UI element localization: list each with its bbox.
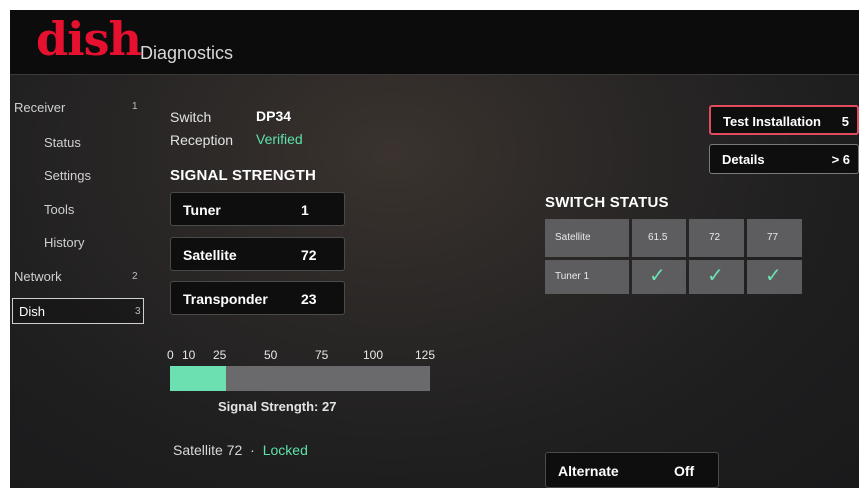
transponder-label: Transponder [183, 291, 268, 307]
switch-value: DP34 [256, 108, 292, 124]
details-label: Details [722, 152, 765, 167]
sidebar-item-receiver[interactable]: Receiver [14, 100, 65, 115]
row-label-satellite: Satellite [555, 232, 591, 243]
table-cell: 72 [689, 219, 744, 257]
satellite-77: 77 [767, 232, 779, 243]
tuner-field: Tuner 1 [170, 192, 345, 226]
table-cell: 61.5 [632, 219, 686, 257]
page-title: Diagnostics [140, 43, 234, 63]
scale-tick: 0 [167, 348, 174, 362]
switch-label: Switch [170, 109, 212, 125]
sidebar-item-settings[interactable]: Settings [44, 168, 91, 183]
table-cell: ✓ [632, 260, 686, 294]
sidebar-item-network-num: 2 [132, 271, 138, 282]
reception-value: Verified [256, 131, 303, 147]
scale-tick: 25 [213, 348, 227, 362]
sidebar-item-status[interactable]: Status [44, 135, 81, 150]
signal-strength-heading: SIGNAL STRENGTH [170, 167, 317, 184]
scale-tick: 10 [182, 348, 196, 362]
check-icon: ✓ [649, 265, 666, 287]
scale-tick: 50 [264, 348, 278, 362]
status-locked: Locked [262, 442, 308, 458]
satellite-field: Satellite 72 [170, 237, 345, 271]
signal-strength-text: Signal Strength: 27 [218, 399, 337, 414]
check-icon: ✓ [707, 265, 724, 287]
details-button[interactable]: Details > 6 [709, 144, 859, 174]
satellite-lock-status: Satellite 72 · Locked [173, 442, 308, 458]
alternate-label: Alternate [558, 463, 619, 479]
satellite-value: 72 [301, 247, 317, 263]
scale-tick: 75 [315, 348, 329, 362]
dish-logo: dish [36, 12, 142, 66]
test-installation-button[interactable]: Test Installation 5 [709, 105, 859, 135]
transponder-value: 23 [301, 291, 317, 307]
tv-screen: dish Diagnostics Receiver 1 Status Setti… [10, 10, 859, 488]
test-installation-label: Test Installation [723, 114, 821, 129]
sidebar-item-dish-label: Dish [19, 304, 46, 319]
tuner-value: 1 [301, 202, 309, 218]
satellite-label: Satellite [183, 247, 237, 263]
alternate-value: Off [674, 463, 695, 479]
status-satellite: Satellite 72 [173, 442, 243, 458]
switch-status-heading: SWITCH STATUS [545, 194, 669, 211]
reception-label: Reception [170, 132, 234, 148]
test-installation-key: 5 [841, 114, 849, 129]
satellite-61-5: 61.5 [648, 232, 668, 243]
status-separator: · [250, 442, 255, 458]
check-icon: ✓ [765, 265, 782, 287]
table-row-label: Satellite [545, 219, 629, 257]
top-bar: dish Diagnostics [10, 10, 859, 75]
sidebar-item-receiver-num: 1 [132, 101, 138, 112]
alternate-toggle[interactable]: Alternate Off [545, 452, 719, 488]
scale-tick: 100 [363, 348, 384, 362]
details-key: > 6 [831, 152, 850, 167]
row-label-tuner-1: Tuner 1 [555, 271, 590, 282]
tuner-label: Tuner [183, 202, 221, 218]
table-cell: ✓ [689, 260, 744, 294]
sidebar-item-history[interactable]: History [44, 235, 84, 250]
scale-tick: 125 [415, 348, 436, 362]
signal-strength-fill [170, 366, 227, 391]
sidebar-item-network[interactable]: Network [14, 269, 62, 284]
table-cell: 77 [747, 219, 802, 257]
transponder-field: Transponder 23 [170, 281, 345, 315]
table-row-label: Tuner 1 [545, 260, 629, 294]
signal-strength-bar [170, 366, 430, 391]
satellite-72: 72 [709, 232, 721, 243]
sidebar-item-dish[interactable]: Dish 3 [12, 298, 144, 324]
sidebar-item-tools[interactable]: Tools [44, 202, 74, 217]
sidebar-item-dish-num: 3 [135, 306, 141, 317]
table-cell: ✓ [747, 260, 802, 294]
